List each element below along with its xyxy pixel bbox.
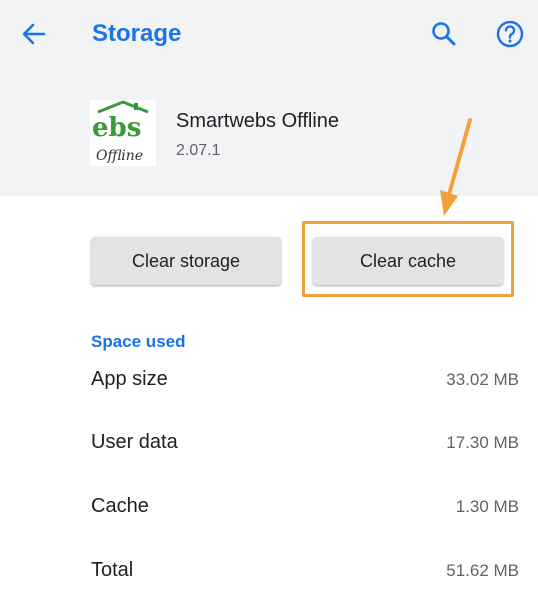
storage-row-user-data: User data 17.30 MB [0, 423, 538, 463]
app-logo: ebs Offline [90, 100, 156, 166]
app-name: Smartwebs Offline [176, 110, 340, 132]
back-button[interactable] [18, 18, 50, 50]
app-version: 2.07.1 [176, 142, 221, 159]
help-circle-icon [496, 20, 524, 48]
svg-text:Offline: Offline [96, 148, 143, 164]
row-label: App size [91, 368, 168, 390]
row-value: 51.62 MB [446, 561, 519, 580]
storage-row-total: Total 51.62 MB [0, 551, 538, 591]
row-value: 33.02 MB [446, 370, 519, 389]
row-label: Total [91, 559, 134, 581]
section-label-space-used: Space used [91, 332, 186, 351]
row-value: 17.30 MB [446, 433, 519, 452]
storage-row-cache: Cache 1.30 MB [0, 487, 538, 527]
svg-text:ebs: ebs [92, 113, 141, 143]
page-title: Storage [92, 20, 182, 47]
arrow-back-icon [22, 23, 46, 45]
search-icon [432, 22, 456, 46]
clear-storage-button[interactable]: Clear storage [91, 237, 281, 285]
clear-cache-button[interactable]: Clear cache [313, 237, 503, 285]
row-label: User data [91, 431, 178, 453]
help-button[interactable] [494, 18, 526, 50]
storage-row-app-size: App size 33.02 MB [0, 360, 538, 400]
search-button[interactable] [428, 18, 460, 50]
row-value: 1.30 MB [455, 497, 519, 516]
row-label: Cache [91, 495, 149, 517]
app-bar: Storage ebs Offline Smartwebs Offline 2.… [0, 0, 538, 196]
